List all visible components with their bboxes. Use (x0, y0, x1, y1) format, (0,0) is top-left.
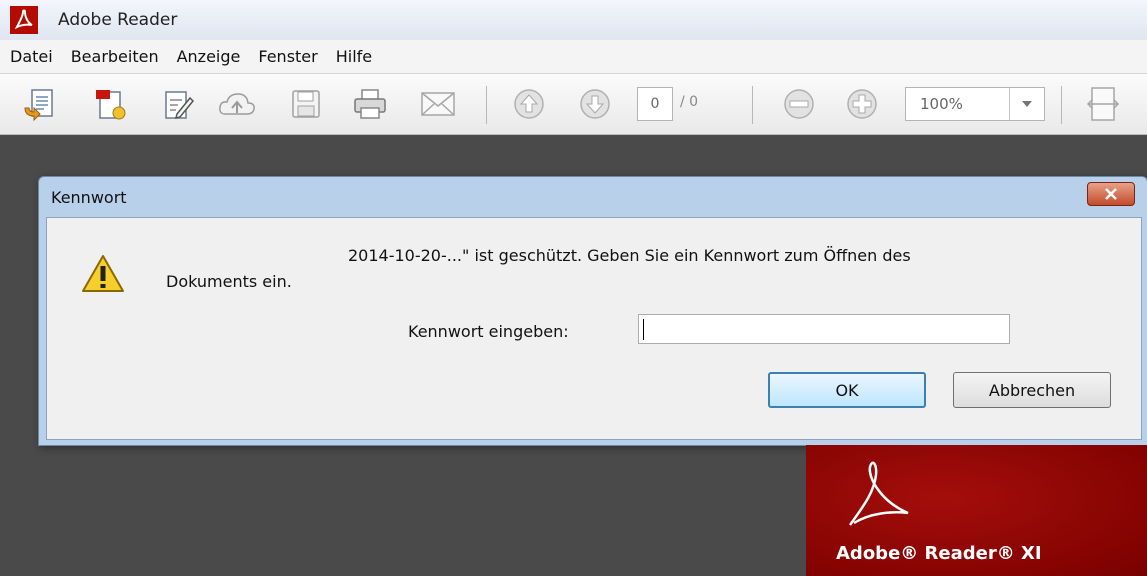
chevron-down-icon[interactable] (1009, 88, 1044, 120)
dialog-message-line2: Dokuments ein. (166, 272, 292, 291)
dialog-titlebar: Kennwort (39, 177, 1147, 217)
zoom-in-icon[interactable] (842, 84, 882, 124)
menu-hilfe[interactable]: Hilfe (336, 45, 372, 68)
adobe-acrobat-logo-icon (848, 461, 909, 526)
password-input[interactable] (638, 314, 1010, 344)
dialog-body: 2014-10-20-..." ist geschützt. Geben Sie… (46, 217, 1142, 440)
splash-brand-text: Adobe® Reader® XI (836, 543, 1042, 564)
ok-button[interactable]: OK (768, 372, 926, 408)
fit-width-icon[interactable] (1083, 84, 1123, 124)
create-pdf-icon[interactable] (91, 84, 131, 124)
text-caret (643, 319, 644, 340)
toolbar-separator (486, 86, 487, 124)
save-icon[interactable] (286, 84, 326, 124)
adobe-logo-icon (10, 6, 38, 34)
warning-icon (81, 254, 125, 298)
toolbar-separator (752, 86, 753, 124)
dialog-message-line1: 2014-10-20-..." ist geschützt. Geben Sie… (348, 246, 911, 265)
dialog-title: Kennwort (51, 188, 127, 207)
cloud-upload-icon[interactable] (217, 84, 257, 124)
edit-icon[interactable] (157, 84, 197, 124)
open-icon[interactable] (20, 84, 60, 124)
menu-fenster[interactable]: Fenster (258, 45, 317, 68)
password-dialog: Kennwort 2014-10-20-..." ist geschützt. … (38, 176, 1147, 446)
toolbar-separator (1061, 86, 1062, 124)
page-total: / 0 (680, 94, 699, 110)
zoom-value: 100% (920, 95, 963, 113)
cancel-button[interactable]: Abbrechen (953, 372, 1111, 408)
menu-bar: Datei Bearbeiten Anzeige Fenster Hilfe (0, 40, 1147, 74)
page-number-input[interactable]: 0 (637, 87, 673, 121)
adobe-reader-splash: Adobe® Reader® XI (806, 445, 1147, 576)
page-up-icon[interactable] (509, 84, 549, 124)
zoom-out-icon[interactable] (779, 84, 819, 124)
menu-bearbeiten[interactable]: Bearbeiten (71, 45, 159, 68)
email-icon[interactable] (418, 84, 458, 124)
window-title: Adobe Reader (58, 10, 178, 30)
print-icon[interactable] (350, 84, 390, 124)
close-icon[interactable] (1087, 182, 1135, 206)
zoom-select[interactable]: 100% (905, 87, 1045, 121)
page-down-icon[interactable] (575, 84, 615, 124)
toolbar: 0 / 0 100% (0, 74, 1147, 135)
window-titlebar: Adobe Reader (0, 0, 1147, 40)
menu-anzeige[interactable]: Anzeige (177, 45, 241, 68)
password-label: Kennwort eingeben: (408, 322, 569, 341)
menu-datei[interactable]: Datei (10, 45, 53, 68)
